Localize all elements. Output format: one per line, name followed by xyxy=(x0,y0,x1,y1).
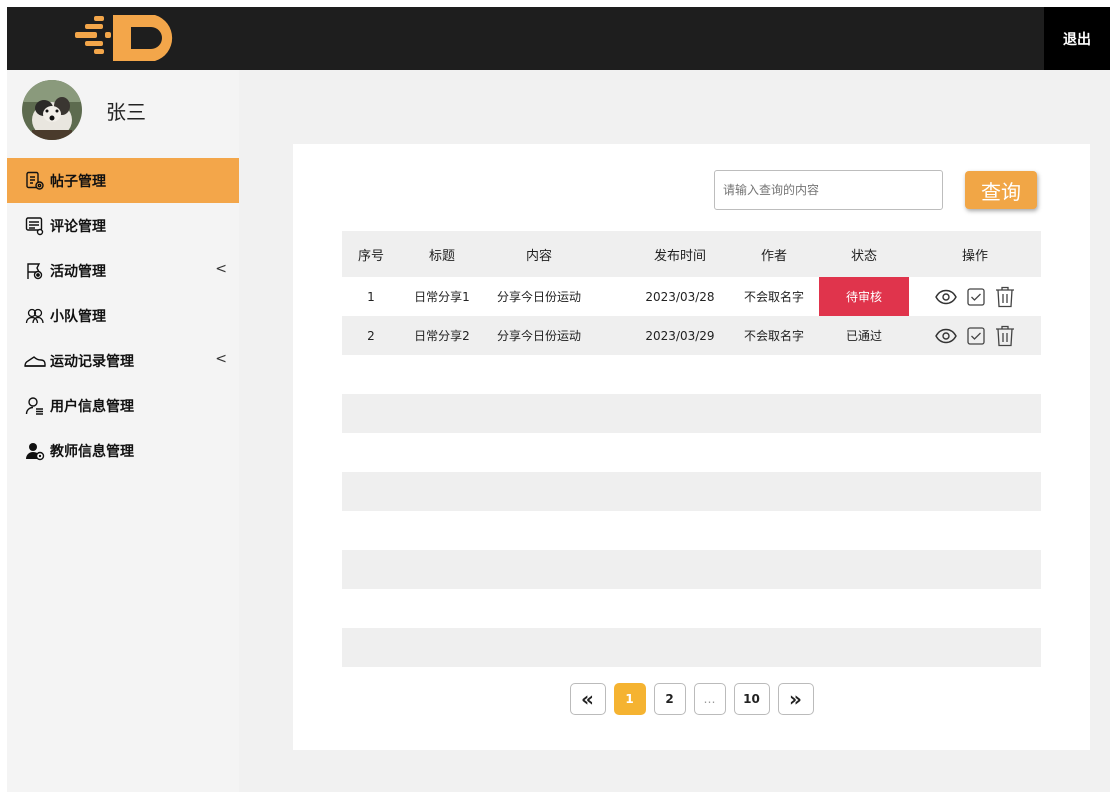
avatar xyxy=(22,80,82,140)
empty-row xyxy=(342,472,1041,511)
eye-icon[interactable] xyxy=(935,289,957,305)
column-header: 发布时间 xyxy=(653,248,706,264)
cell-title: 日常分享2 xyxy=(414,329,470,343)
column-header: 操作 xyxy=(961,248,988,264)
approve-check-icon[interactable] xyxy=(967,326,985,345)
page-button-2[interactable]: 2 xyxy=(653,683,686,715)
empty-row xyxy=(342,511,1041,550)
cell-content: 分享今日份运动 xyxy=(496,290,581,304)
cell-author: 不会取名字 xyxy=(743,290,804,304)
cell-title: 日常分享1 xyxy=(414,290,470,304)
app-frame: 退出 张三 帖子管理 评论管理 活动管理 < 小队管理 运动记录管理 < 用户信… xyxy=(7,7,1110,792)
approve-check-icon[interactable] xyxy=(967,287,985,306)
empty-row xyxy=(342,628,1041,667)
table-row: 1 日常分享1 分享今日份运动 2023/03/28 不会取名字 待审核 xyxy=(342,277,1041,316)
sidebar-menu: 帖子管理 评论管理 活动管理 < 小队管理 运动记录管理 < 用户信息管理 教师… xyxy=(7,158,239,473)
page-button-10[interactable]: 10 xyxy=(733,683,770,715)
empty-row xyxy=(342,433,1041,472)
sidebar-item-activities[interactable]: 活动管理 < xyxy=(7,248,239,293)
cell-time: 2023/03/28 xyxy=(645,289,715,304)
last-page-button[interactable]: » xyxy=(777,683,814,715)
posts-table: 序号 标题 内容 发布时间 作者 状态 操作 1 日常分享1 分享今日份运动 2… xyxy=(342,231,1041,667)
sidebar-item-sport-records[interactable]: 运动记录管理 < xyxy=(7,338,239,383)
user-name: 张三 xyxy=(106,99,146,124)
empty-row xyxy=(342,550,1041,589)
cell-author: 不会取名字 xyxy=(743,329,804,343)
comment-gear-icon xyxy=(24,215,46,237)
document-gear-icon xyxy=(24,170,46,192)
sidebar-item-label: 用户信息管理 xyxy=(50,398,134,415)
sidebar-item-label: 活动管理 xyxy=(50,263,106,280)
team-icon xyxy=(24,305,46,327)
first-page-button[interactable]: « xyxy=(569,683,606,715)
sidebar-item-label: 运动记录管理 xyxy=(50,353,134,370)
sidebar-item-teams[interactable]: 小队管理 xyxy=(7,293,239,338)
column-header: 标题 xyxy=(428,248,455,264)
search-input[interactable] xyxy=(714,170,943,210)
sidebar-item-label: 评论管理 xyxy=(50,218,106,235)
search-button[interactable]: 查询 xyxy=(965,171,1037,209)
top-bar: 退出 xyxy=(7,7,1110,70)
cell-content: 分享今日份运动 xyxy=(496,329,581,343)
user-profile: 张三 xyxy=(22,80,146,140)
page-ellipsis: … xyxy=(693,683,726,715)
cell-index: 1 xyxy=(367,289,375,304)
sidebar-item-teacher-info[interactable]: 教师信息管理 xyxy=(7,428,239,473)
empty-row xyxy=(342,394,1041,433)
sidebar-item-posts[interactable]: 帖子管理 xyxy=(7,158,239,203)
column-header: 内容 xyxy=(525,248,552,264)
sidebar-item-label: 教师信息管理 xyxy=(50,443,134,460)
trash-icon[interactable] xyxy=(995,325,1015,347)
status-badge: 已通过 xyxy=(845,329,882,343)
logo xyxy=(75,15,173,61)
eye-icon[interactable] xyxy=(935,328,957,344)
chevron-left-icon[interactable]: < xyxy=(215,261,227,277)
column-header: 作者 xyxy=(760,248,787,264)
chevron-left-icon[interactable]: < xyxy=(215,351,227,367)
teacher-gear-icon xyxy=(24,440,46,462)
row-actions xyxy=(916,316,1034,355)
sidebar-item-comments[interactable]: 评论管理 xyxy=(7,203,239,248)
table-row: 2 日常分享2 分享今日份运动 2023/03/29 不会取名字 已通过 xyxy=(342,316,1041,355)
logout-button[interactable]: 退出 xyxy=(1044,7,1110,70)
trash-icon[interactable] xyxy=(995,286,1015,308)
column-header: 序号 xyxy=(357,248,384,264)
page-button-1[interactable]: 1 xyxy=(613,683,646,715)
empty-row xyxy=(342,355,1041,394)
flag-gear-icon xyxy=(24,260,46,282)
column-header: 状态 xyxy=(850,248,877,264)
pagination: « 1 2 … 10 » xyxy=(293,683,1090,715)
sidebar-item-user-info[interactable]: 用户信息管理 xyxy=(7,383,239,428)
table-header: 序号 标题 内容 发布时间 作者 状态 操作 xyxy=(342,231,1041,277)
sidebar-item-label: 小队管理 xyxy=(50,308,106,325)
empty-row xyxy=(342,589,1041,628)
row-actions xyxy=(916,277,1034,316)
status-badge: 待审核 xyxy=(819,277,909,316)
sidebar-item-label: 帖子管理 xyxy=(50,173,106,190)
sidebar: 张三 帖子管理 评论管理 活动管理 < 小队管理 运动记录管理 < 用户信息管理… xyxy=(7,70,239,792)
posts-panel: 查询 序号 标题 内容 发布时间 作者 状态 操作 1 日常分享1 分享今日份运… xyxy=(293,144,1090,750)
cell-time: 2023/03/29 xyxy=(645,328,715,343)
cell-index: 2 xyxy=(367,328,375,343)
user-list-icon xyxy=(24,395,46,417)
shoe-icon xyxy=(24,350,46,372)
